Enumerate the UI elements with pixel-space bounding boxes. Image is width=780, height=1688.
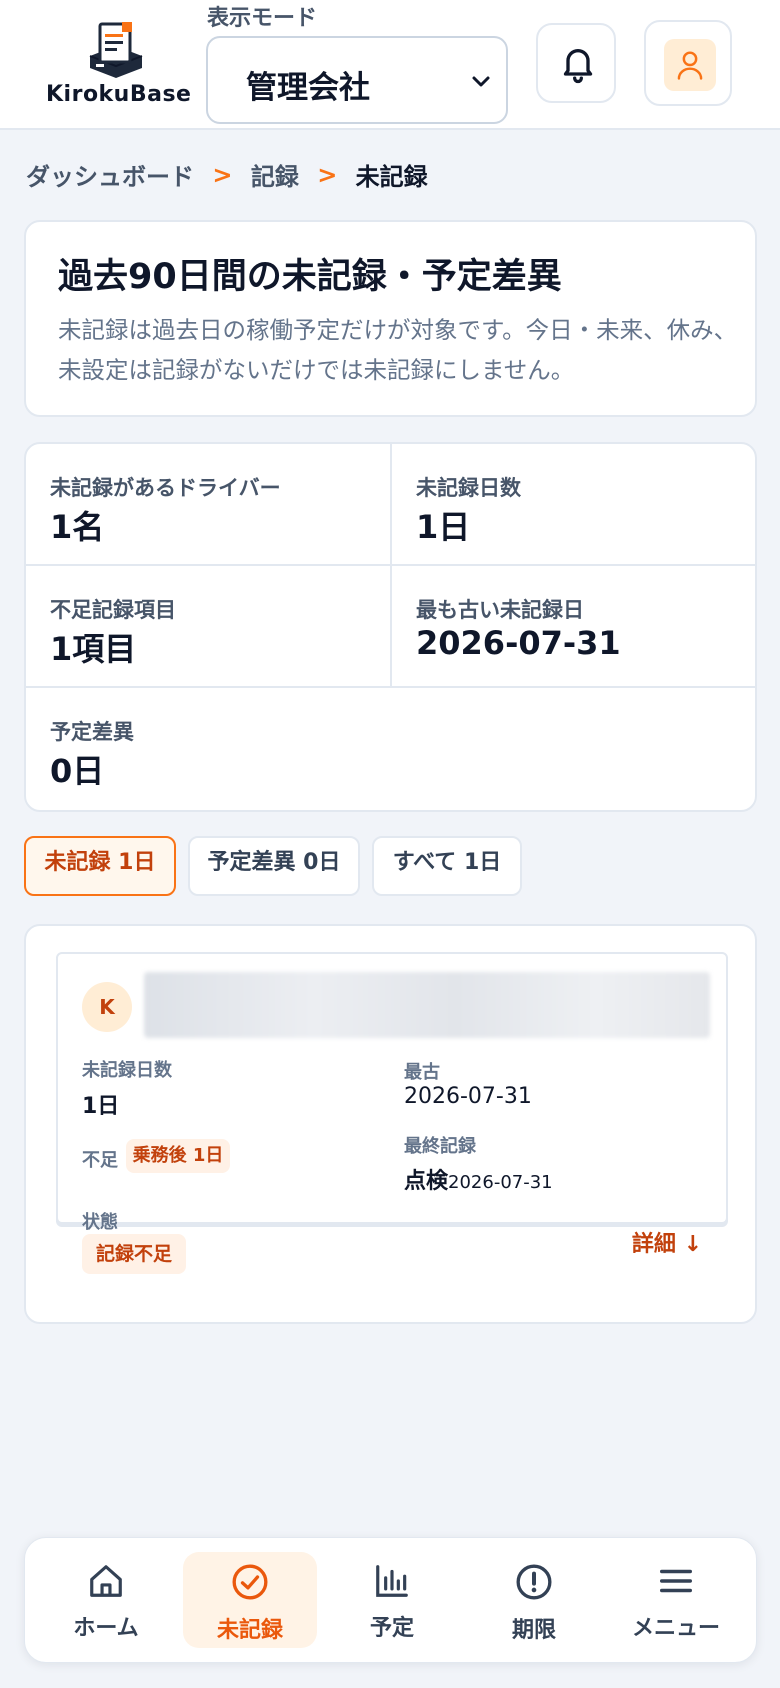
stat-label: 予定差異 <box>50 720 134 744</box>
nav-missing[interactable]: 未記録 <box>183 1552 317 1648</box>
status-label: 状態 <box>82 1212 118 1233</box>
app-header: KirokuBase 表示モード 管理会社 <box>0 0 780 130</box>
stat-drivers: 未記録があるドライバー 1名 <box>26 444 391 566</box>
filter-schedule-diff[interactable]: 予定差異 0日 <box>188 836 360 896</box>
bar-chart-icon <box>376 1565 408 1597</box>
nav-label: メニュー <box>631 1616 720 1641</box>
last-record-type: 点検2026-07-31 <box>404 1163 553 1195</box>
stat-value: 1項目 <box>50 630 137 668</box>
stat-value: 2026-07-31 <box>416 624 621 662</box>
detail-link[interactable]: 詳細 ↓ <box>632 1226 702 1258</box>
alert-circle-icon <box>516 1564 552 1600</box>
breadcrumb-separator: > <box>317 160 338 189</box>
missing-days-value: 1日 <box>82 1094 120 1119</box>
menu-icon <box>660 1569 692 1593</box>
page-title: 過去90日間の未記録・予定差異 <box>58 257 562 297</box>
stat-value: 0日 <box>50 752 105 790</box>
mode-label: 表示モード <box>207 6 318 31</box>
mode-select-value: 管理会社 <box>246 70 370 106</box>
last-record-type-text: 点検 <box>404 1169 449 1194</box>
driver-name-redacted <box>144 972 710 1038</box>
user-icon <box>677 51 703 80</box>
status-badge: 記録不足 <box>82 1234 186 1274</box>
chevron-down-icon <box>472 76 490 87</box>
nav-schedule[interactable]: 予定 <box>325 1552 459 1648</box>
stat-schedule-diff: 予定差異 0日 <box>26 688 391 810</box>
nav-home[interactable]: ホーム <box>39 1552 173 1648</box>
nav-label: 予定 <box>369 1616 414 1641</box>
stats-divider <box>26 810 392 812</box>
stat-missing-days: 未記録日数 1日 <box>392 444 755 566</box>
account-button[interactable] <box>644 20 732 106</box>
driver-card[interactable]: K 未記録日数 1日 最古 2026-07-31 不足 乗務後 1日 最終記録 … <box>56 952 728 1274</box>
stat-value: 1名 <box>50 508 105 546</box>
page: KirokuBase 表示モード 管理会社 ダッシュボード > 記録 > 未記録… <box>0 0 780 1688</box>
filter-missing[interactable]: 未記録 1日 <box>24 836 176 896</box>
oldest-label: 最古 <box>404 1062 440 1083</box>
bell-icon <box>563 49 593 84</box>
intro-card: 過去90日間の未記録・予定差異 未記録は過去日の稼働予定だけが対象です。今日・未… <box>24 220 757 417</box>
stat-label: 未記録があるドライバー <box>50 476 281 500</box>
nav-label: 未記録 <box>216 1618 283 1643</box>
nav-deadlines[interactable]: 期限 <box>467 1552 601 1648</box>
stat-label: 未記録日数 <box>416 476 521 500</box>
stat-missing-items: 不足記録項目 1項目 <box>26 566 391 688</box>
oldest-value: 2026-07-31 <box>404 1084 532 1109</box>
missing-days-label: 未記録日数 <box>82 1060 172 1081</box>
breadcrumb: ダッシュボード > 記録 > 未記録 <box>26 157 428 192</box>
stats-divider <box>26 564 755 566</box>
stat-oldest-date: 最も古い未記録日 2026-07-31 <box>392 566 755 688</box>
stats-divider <box>26 686 755 688</box>
filter-all[interactable]: すべて 1日 <box>372 836 522 896</box>
breadcrumb-dashboard[interactable]: ダッシュボード <box>26 157 194 192</box>
stat-label: 最も古い未記録日 <box>416 598 584 622</box>
app-logo[interactable]: KirokuBase <box>46 20 192 107</box>
driver-list: K 未記録日数 1日 最古 2026-07-31 不足 乗務後 1日 最終記録 … <box>24 924 757 1324</box>
lack-label: 不足 <box>82 1150 118 1171</box>
stat-value: 1日 <box>416 508 471 546</box>
home-icon <box>90 1565 122 1597</box>
page-description: 未記録は過去日の稼働予定だけが対象です。今日・未来、休み、未設定は記録がないだけ… <box>58 316 738 384</box>
nav-menu[interactable]: メニュー <box>609 1552 743 1648</box>
logo-text: KirokuBase <box>46 82 192 107</box>
stat-label: 不足記録項目 <box>50 598 176 622</box>
document-box-icon <box>89 22 143 78</box>
bottom-nav: ホーム 未記録 予定 期限 メニュー <box>24 1537 757 1663</box>
last-record-label: 最終記録 <box>404 1136 476 1157</box>
driver-avatar: K <box>82 982 132 1032</box>
nav-label: 期限 <box>511 1618 556 1643</box>
account-avatar <box>664 39 716 91</box>
lack-tag: 乗務後 1日 <box>126 1139 230 1173</box>
breadcrumb-current: 未記録 <box>355 163 428 191</box>
breadcrumb-separator: > <box>212 160 233 189</box>
last-record-date: 2026-07-31 <box>448 1172 553 1193</box>
breadcrumb-records[interactable]: 記録 <box>251 157 299 192</box>
nav-label: ホーム <box>73 1616 139 1641</box>
stats-divider <box>390 444 392 688</box>
stats-card: 未記録があるドライバー 1名 未記録日数 1日 不足記録項目 1項目 最も古い未… <box>24 442 757 812</box>
check-circle-icon <box>232 1564 268 1600</box>
notifications-button[interactable] <box>536 23 616 103</box>
mode-select[interactable]: 管理会社 <box>206 36 508 124</box>
